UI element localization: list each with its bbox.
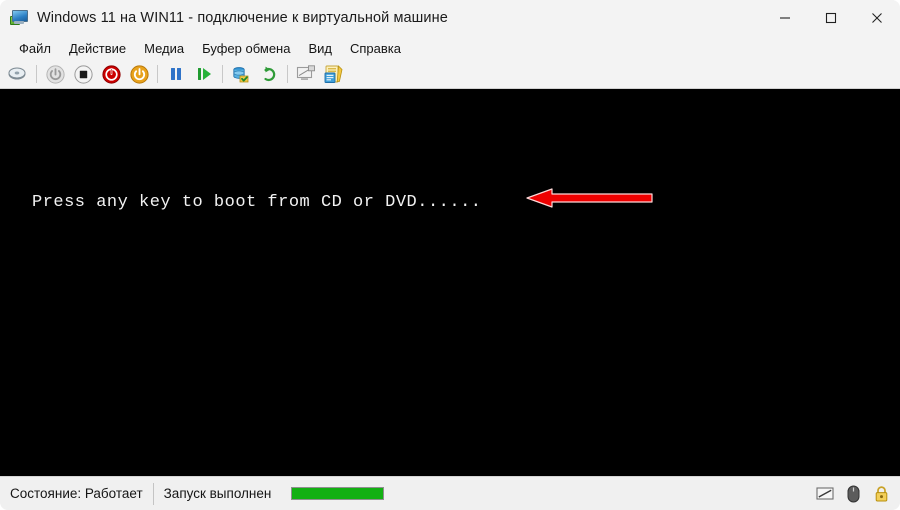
boot-prompt-text: Press any key to boot from CD or DVD....… — [32, 193, 482, 212]
vm-console-screen[interactable]: Press any key to boot from CD or DVD....… — [0, 89, 900, 476]
red-arrow-annotation — [524, 187, 656, 209]
pause-icon[interactable] — [164, 62, 188, 86]
maximize-button[interactable] — [808, 0, 854, 36]
minimize-button[interactable] — [762, 0, 808, 36]
checkpoint-icon[interactable] — [229, 62, 253, 86]
turn-off-icon[interactable] — [99, 62, 123, 86]
toolbar-separator — [36, 65, 37, 83]
vm-state-label: Состояние: Работает — [10, 486, 143, 501]
start-power-icon[interactable] — [127, 62, 151, 86]
menu-item-clipboard[interactable]: Буфер обмена — [193, 39, 299, 58]
shutdown-icon[interactable] — [71, 62, 95, 86]
resume-icon[interactable] — [192, 62, 216, 86]
statusbar-icons — [814, 477, 892, 510]
menubar: Файл Действие Медиа Буфер обмена Вид Спр… — [0, 36, 900, 60]
startup-progress-bar — [291, 487, 385, 500]
toolbar-separator — [157, 65, 158, 83]
toolbar-separator — [287, 65, 288, 83]
media-cd-icon[interactable] — [6, 62, 30, 86]
menu-item-view[interactable]: Вид — [299, 39, 341, 58]
close-button[interactable] — [854, 0, 900, 36]
window-title: Windows 11 на WIN11 - подключение к вирт… — [37, 10, 448, 26]
menu-item-help[interactable]: Справка — [341, 39, 410, 58]
screen-icon[interactable] — [814, 483, 836, 505]
settings-icon[interactable] — [322, 62, 346, 86]
vm-task-label: Запуск выполнен — [163, 486, 272, 501]
menu-item-file[interactable]: Файл — [10, 39, 60, 58]
virtual-machine-icon — [10, 9, 28, 27]
revert-icon[interactable] — [257, 62, 281, 86]
mouse-icon[interactable] — [842, 483, 864, 505]
toolbar — [0, 60, 900, 89]
menu-item-action[interactable]: Действие — [60, 39, 135, 58]
titlebar: Windows 11 на WIN11 - подключение к вирт… — [0, 0, 900, 36]
vm-connection-window: Windows 11 на WIN11 - подключение к вирт… — [0, 0, 900, 510]
lock-icon[interactable] — [870, 483, 892, 505]
toolbar-separator — [222, 65, 223, 83]
power-off-icon[interactable] — [43, 62, 67, 86]
statusbar: Состояние: Работает Запуск выполнен — [0, 476, 900, 510]
enhanced-session-icon[interactable] — [294, 62, 318, 86]
menu-item-media[interactable]: Медиа — [135, 39, 193, 58]
window-controls — [762, 0, 900, 36]
